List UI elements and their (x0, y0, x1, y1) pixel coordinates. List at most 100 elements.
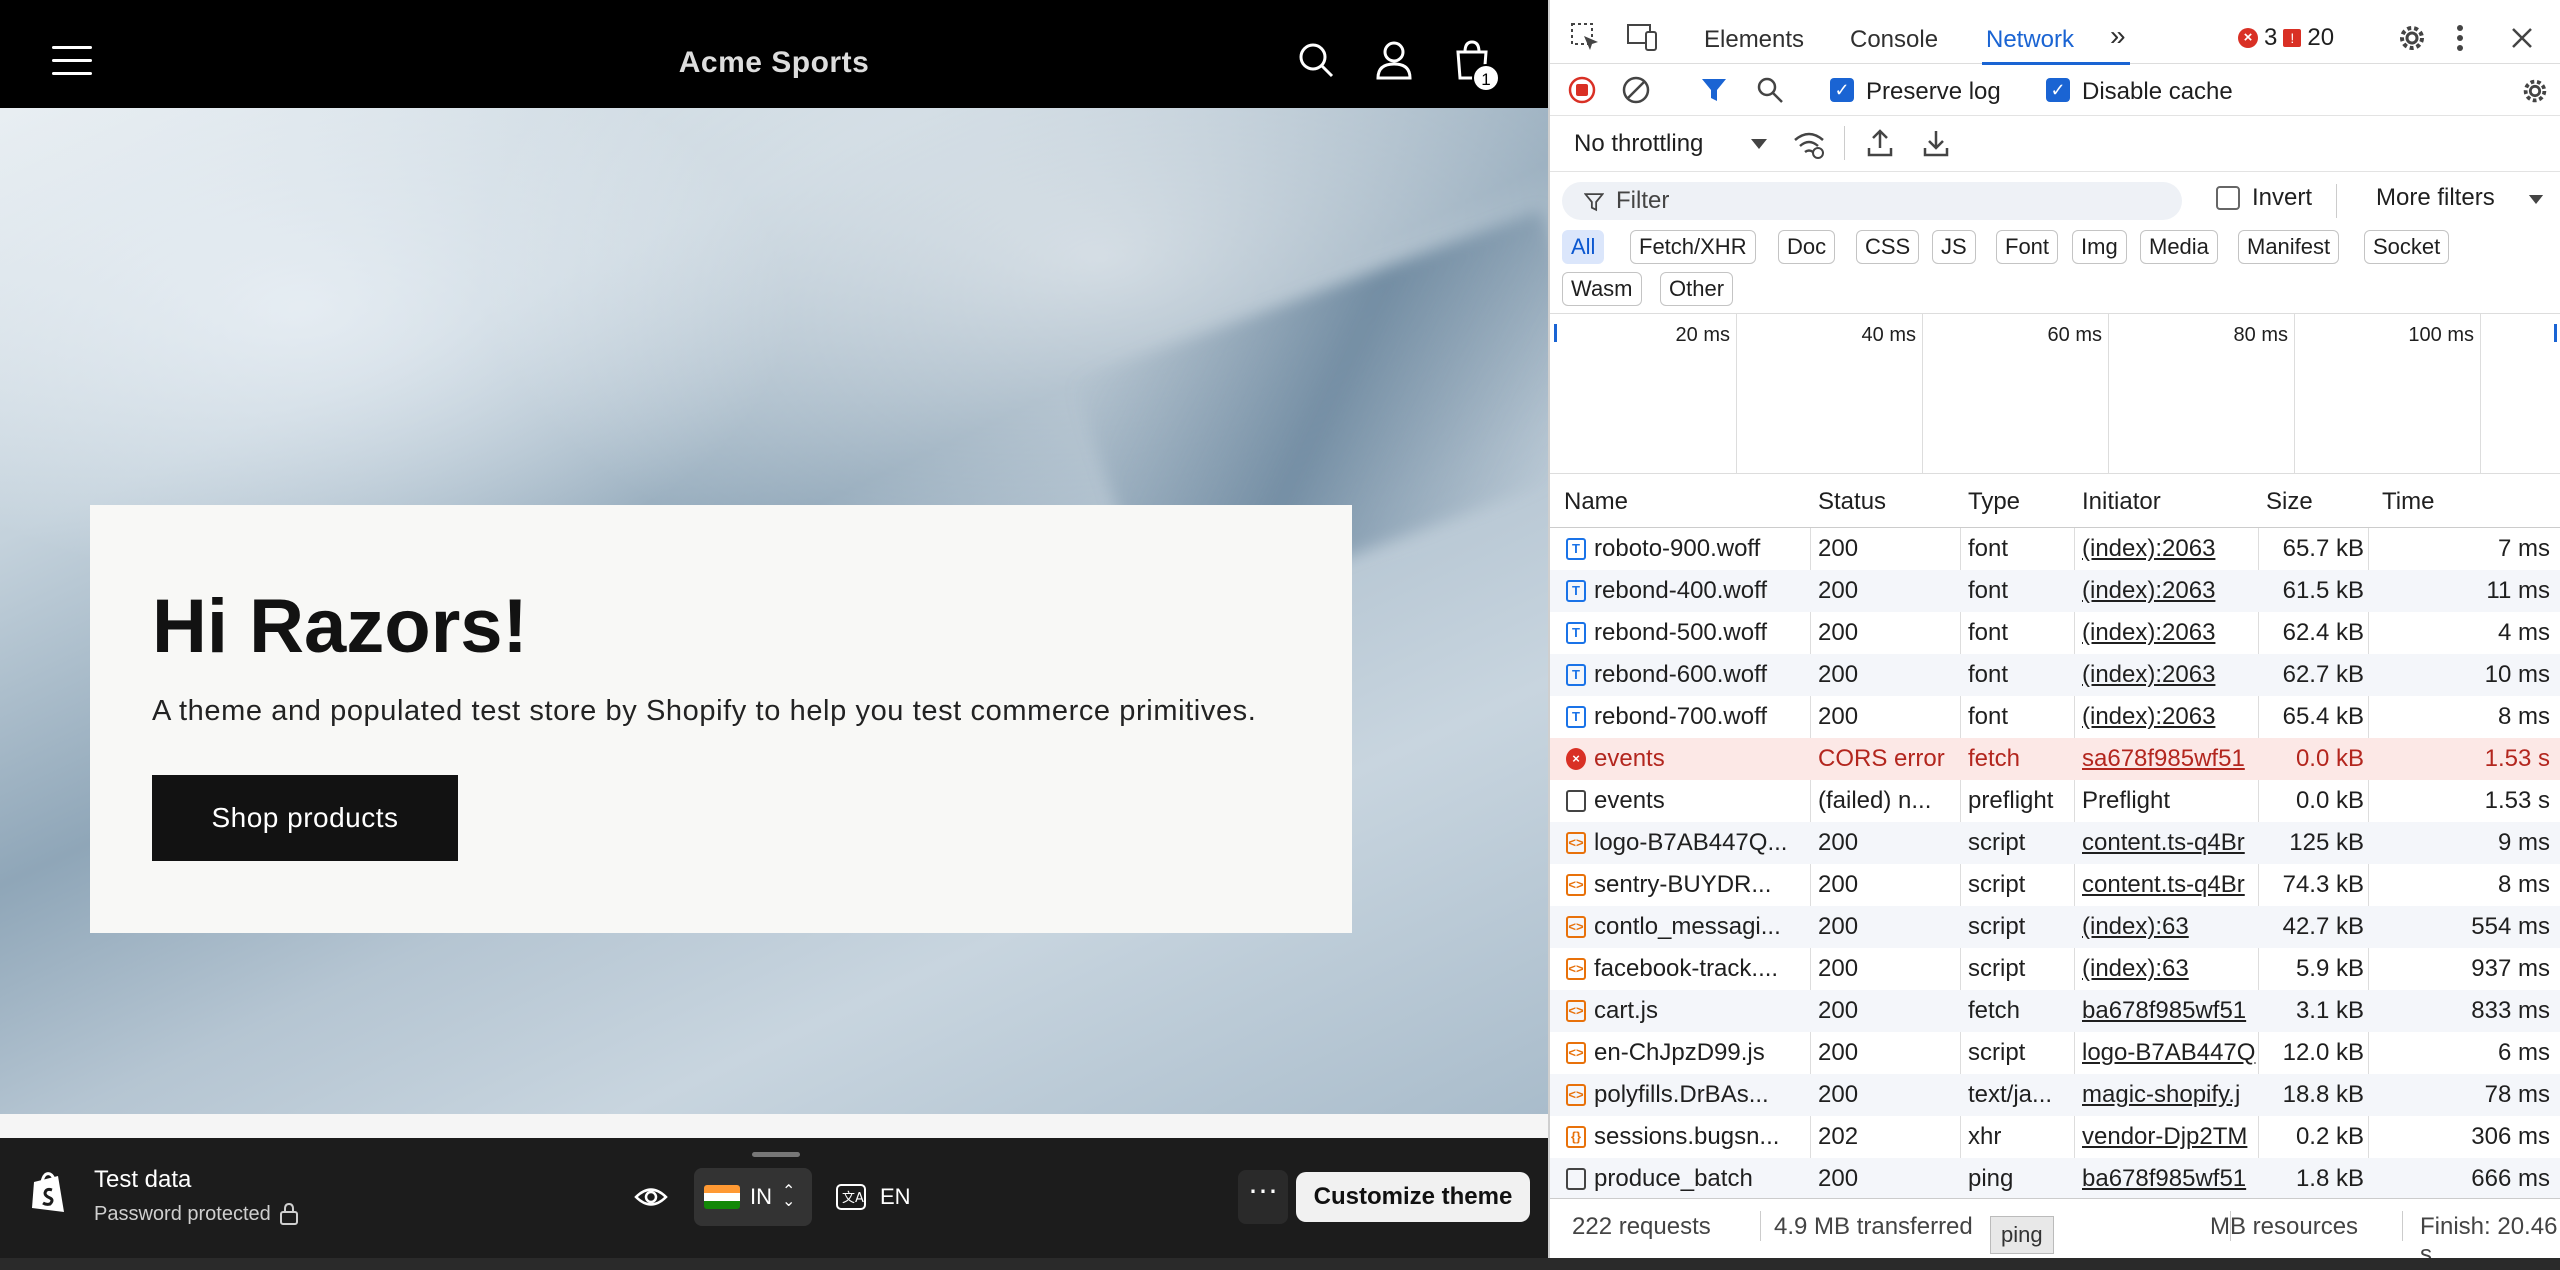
cell-status: 200 (1818, 661, 1859, 688)
table-row[interactable]: events (failed) n... preflight Preflight 0.0… (1550, 780, 2560, 822)
type-filter-socket[interactable]: Socket (2364, 230, 2450, 264)
type-filter-css[interactable]: CSS (1856, 230, 1920, 264)
type-filter-doc[interactable]: Doc (1778, 230, 1836, 264)
eye-icon[interactable] (634, 1184, 668, 1210)
cell-initiator[interactable]: ba678f985wf51 (2082, 1165, 2256, 1193)
cell-initiator[interactable]: (index):63 (2082, 955, 2256, 983)
column-header-initiator[interactable]: Initiator (2082, 488, 2161, 516)
network-settings-icon[interactable] (2520, 76, 2550, 106)
table-row[interactable]: <> contlo_messagi... 200 script (index):63 42… (1550, 906, 2560, 948)
type-filter-wasm[interactable]: Wasm (1562, 272, 1642, 306)
search-icon[interactable] (1756, 76, 1784, 104)
table-row[interactable]: Trebond-600.woff 200 font (index):2063 62.7 … (1550, 654, 2560, 696)
cell-initiator[interactable]: content.ts-q4Br (2082, 829, 2256, 857)
cell-name: facebook-track.... (1594, 955, 1779, 982)
search-icon[interactable] (1292, 36, 1340, 84)
language-selector[interactable]: 文A EN (824, 1168, 920, 1226)
cell-name: rebond-500.woff (1594, 619, 1768, 646)
column-header-type[interactable]: Type (1968, 488, 2020, 516)
table-row[interactable]: <> facebook-track.... 200 script (index):63 5… (1550, 948, 2560, 990)
cell-initiator[interactable]: (index):63 (2082, 913, 2256, 941)
type-filter-media[interactable]: Media (2140, 230, 2218, 264)
type-filter-all[interactable]: All (1562, 230, 1605, 264)
issues-counter[interactable]: × 3 ! 20 (2238, 24, 2334, 52)
filter-input[interactable]: Filter (1562, 182, 2182, 220)
cell-status: 200 (1818, 997, 1859, 1024)
cell-initiator[interactable]: ba678f985wf51 (2082, 997, 2256, 1025)
type-filter-other[interactable]: Other (1660, 272, 1734, 306)
svg-text:文A: 文A (842, 1191, 864, 1206)
tab-elements[interactable]: Elements (1704, 26, 1804, 54)
import-har-icon[interactable] (1866, 128, 1894, 158)
disable-cache-checkbox[interactable]: ✓ (2046, 78, 2070, 102)
settings-gear-icon[interactable] (2396, 22, 2428, 54)
table-row[interactable]: × events CORS error fetch sa678f985wf51 0.0 k… (1550, 738, 2560, 780)
type-filter-img[interactable]: Img (2072, 230, 2127, 264)
table-row[interactable]: <> logo-B7AB447Q... 200 script content.ts-q4… (1550, 822, 2560, 864)
kebab-menu-icon[interactable] (2454, 22, 2466, 54)
clear-icon[interactable] (1622, 76, 1650, 104)
close-devtools-icon[interactable] (2510, 26, 2534, 50)
cell-initiator[interactable]: (index):2063 (2082, 703, 2256, 731)
cell-type: font (1968, 535, 2009, 562)
table-row[interactable]: <> cart.js 200 fetch ba678f985wf51 3.1 kB 833 … (1550, 990, 2560, 1032)
filter-icon[interactable] (1700, 76, 1728, 104)
script-resource-icon: <> (1566, 1042, 1586, 1064)
device-toolbar-icon[interactable] (1626, 22, 1660, 52)
table-row[interactable]: Trebond-700.woff 200 font (index):2063 65.4 … (1550, 696, 2560, 738)
cell-size: 0.0 kB (2295, 787, 2364, 814)
tab-network[interactable]: Network (1986, 26, 2074, 54)
more-options-button[interactable]: ⋯ (1238, 1170, 1288, 1224)
shop-products-button[interactable]: Shop products (152, 775, 458, 861)
cell-status: 200 (1818, 1165, 1859, 1192)
network-overview-timeline[interactable]: 20 ms 40 ms 60 ms 80 ms 100 ms (1550, 314, 2560, 474)
export-har-icon[interactable] (1922, 128, 1950, 158)
cell-initiator[interactable]: logo-B7AB447Q (2082, 1039, 2256, 1067)
customize-theme-button[interactable]: Customize theme (1296, 1172, 1530, 1222)
type-filter-manifest[interactable]: Manifest (2238, 230, 2340, 264)
column-header-status[interactable]: Status (1818, 488, 1886, 516)
table-row[interactable]: Trebond-500.woff 200 font (index):2063 62.4 … (1550, 612, 2560, 654)
column-header-size[interactable]: Size (2266, 488, 2313, 516)
cell-initiator[interactable]: vendor-Djp2TM (2082, 1123, 2256, 1151)
type-filter-fetch-xhr[interactable]: Fetch/XHR (1630, 230, 1756, 264)
table-row[interactable]: <> sentry-BUYDR... 200 script content.ts-q4B… (1550, 864, 2560, 906)
network-conditions-icon[interactable] (1792, 130, 1826, 160)
table-row[interactable]: Troboto-900.woff 200 font (index):2063 65.7 … (1550, 528, 2560, 570)
cell-initiator[interactable]: sa678f985wf51 (2082, 745, 2256, 773)
cell-initiator[interactable]: content.ts-q4Br (2082, 871, 2256, 899)
table-row[interactable]: Trebond-400.woff 200 font (index):2063 61.5 … (1550, 570, 2560, 612)
doc-resource-icon (1566, 790, 1586, 812)
table-row[interactable]: {} sessions.bugsn... 202 xhr vendor-Djp2TM 0.… (1550, 1116, 2560, 1158)
column-header-name[interactable]: Name (1564, 488, 1628, 516)
tab-console[interactable]: Console (1850, 26, 1938, 54)
invert-checkbox[interactable] (2216, 186, 2240, 210)
column-header-time[interactable]: Time (2382, 488, 2434, 516)
stop-recording-icon[interactable] (1568, 76, 1596, 104)
timeline-range-end-handle[interactable] (2554, 324, 2557, 342)
cell-initiator[interactable]: magic-shopify.j (2082, 1081, 2256, 1109)
network-status-bar: 222 requests 4.9 MB transferred MB resou… (1550, 1198, 2560, 1268)
more-tabs-icon[interactable]: » (2110, 20, 2126, 52)
inspect-element-icon[interactable] (1570, 22, 1600, 52)
throttling-select[interactable]: No throttling (1574, 130, 1703, 158)
drag-handle[interactable] (752, 1152, 800, 1157)
type-filter-font[interactable]: Font (1996, 230, 2059, 264)
cell-time: 9 ms (2497, 829, 2550, 856)
cell-initiator[interactable]: (index):2063 (2082, 619, 2256, 647)
table-row[interactable]: <> polyfills.DrBAs... 200 text/ja... magic-s… (1550, 1074, 2560, 1116)
cell-size: 61.5 kB (2282, 577, 2364, 604)
cell-initiator[interactable]: (index):2063 (2082, 661, 2256, 689)
account-icon[interactable] (1370, 36, 1418, 84)
cell-size: 74.3 kB (2282, 871, 2364, 898)
cell-initiator[interactable]: (index):2063 (2082, 535, 2256, 563)
type-filter-js[interactable]: JS (1932, 230, 1976, 264)
table-row[interactable]: produce_batch 200 ping ba678f985wf51 1.8 kB 6… (1550, 1158, 2560, 1198)
table-row[interactable]: <> en-ChJpzD99.js 200 script logo-B7AB447Q 12… (1550, 1032, 2560, 1074)
preserve-log-checkbox[interactable]: ✓ (1830, 78, 1854, 102)
timeline-gridline (1922, 314, 1923, 474)
cell-initiator[interactable]: (index):2063 (2082, 577, 2256, 605)
timeline-range-start-handle[interactable] (1554, 324, 1557, 342)
more-filters-button[interactable]: More filters (2376, 184, 2495, 212)
country-selector[interactable]: IN ⌃ ⌄ (694, 1168, 812, 1226)
